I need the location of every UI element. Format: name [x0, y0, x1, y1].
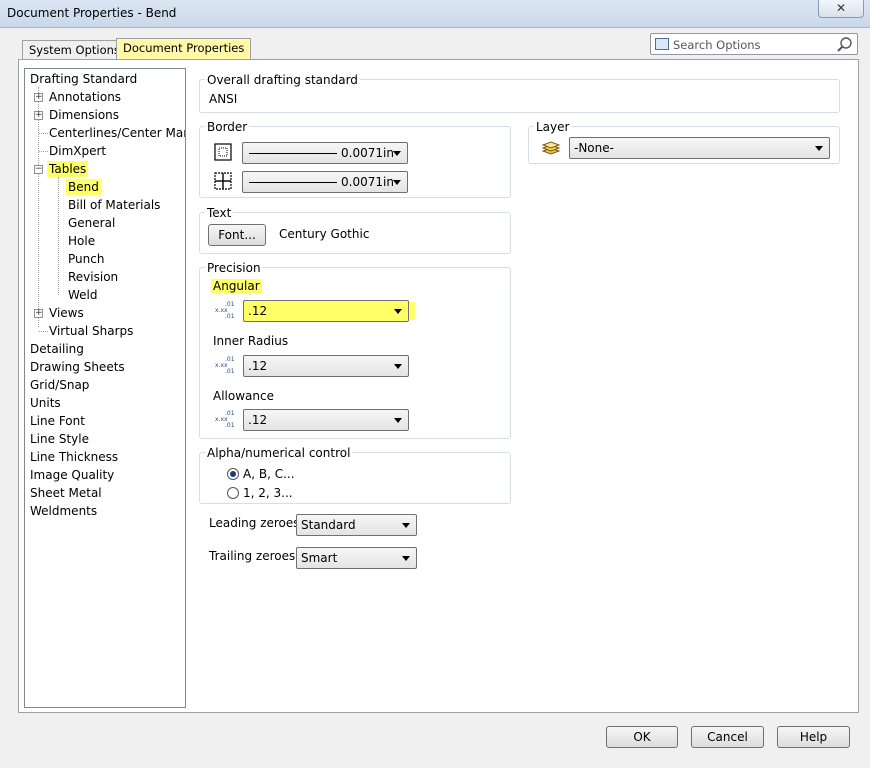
trailing-zeroes-label: Trailing zeroes:: [209, 549, 300, 563]
angular-precision-select[interactable]: .12: [243, 300, 409, 322]
overall-label: Overall drafting standard: [205, 73, 360, 87]
layer-select[interactable]: -None-: [569, 137, 830, 159]
chevron-down-icon: [402, 556, 410, 561]
allowance-precision-value: .12: [248, 413, 268, 427]
search-box[interactable]: Search Options: [650, 33, 858, 55]
allowance-precision-select[interactable]: .12: [243, 409, 409, 431]
radio-abc[interactable]: [227, 468, 239, 480]
layer-label: Layer: [534, 120, 572, 134]
tree-item-dimensions[interactable]: Dimensions: [49, 107, 119, 123]
tree-item-line-style[interactable]: Line Style: [30, 431, 89, 447]
inner-radius-precision-value: .12: [248, 359, 268, 373]
trailing-zeroes-value: Smart: [301, 551, 338, 565]
tree-item-punch[interactable]: Punch: [68, 251, 104, 267]
tree-item-virtual-sharps[interactable]: Virtual Sharps: [49, 323, 133, 339]
tree-item-revision[interactable]: Revision: [68, 269, 118, 285]
border-label: Border: [205, 120, 250, 134]
window-title: Document Properties - Bend: [7, 6, 177, 20]
border-cross-icon: [214, 172, 232, 190]
alpha-label: Alpha/numerical control: [205, 446, 353, 460]
collapse-icon[interactable]: −: [34, 165, 43, 174]
tree-item-sheet-metal[interactable]: Sheet Metal: [30, 485, 102, 501]
layers-icon: [541, 141, 561, 155]
tree-item-weldments[interactable]: Weldments: [30, 503, 97, 519]
radio-123[interactable]: [227, 487, 239, 499]
tree-item-drawing-sheets[interactable]: Drawing Sheets: [30, 359, 125, 375]
tree-item-dimxpert[interactable]: DimXpert: [49, 143, 106, 159]
tree-item-general[interactable]: General: [68, 215, 115, 231]
tree-item-tables[interactable]: Tables: [47, 161, 89, 177]
trailing-zeroes-select[interactable]: Smart: [296, 547, 417, 569]
chevron-down-icon: [393, 151, 401, 156]
border-thickness-value-1: 0.0071in: [341, 146, 394, 160]
options-list-icon: [655, 38, 669, 50]
layer-value: -None-: [574, 141, 614, 155]
font-button[interactable]: Font...: [208, 224, 266, 246]
radio-123-label[interactable]: 1, 2, 3...: [243, 486, 293, 500]
border-box-icon: [214, 143, 232, 161]
chevron-down-icon: [815, 146, 823, 151]
chevron-down-icon: [394, 309, 402, 314]
chevron-down-icon: [394, 418, 402, 423]
chevron-down-icon: [393, 180, 401, 185]
inner-radius-precision-select[interactable]: .12: [243, 355, 409, 377]
tree-item-units[interactable]: Units: [30, 395, 61, 411]
cancel-button[interactable]: Cancel: [691, 726, 764, 748]
leading-zeroes-label: Leading zeroes:: [209, 516, 304, 530]
dialog-window: Document Properties - Bend ✕ System Opti…: [0, 0, 870, 768]
tree-item-annotations[interactable]: Annotations: [49, 89, 121, 105]
tree-item-bill-of-materials[interactable]: Bill of Materials: [68, 197, 160, 213]
tab-system-options[interactable]: System Options: [22, 40, 127, 60]
border-thickness-select-1[interactable]: 0.0071in: [242, 142, 408, 164]
leading-zeroes-select[interactable]: Standard: [296, 514, 417, 536]
tree-item-detailing[interactable]: Detailing: [30, 341, 84, 357]
chevron-down-icon: [402, 523, 410, 528]
ok-button[interactable]: OK: [606, 726, 678, 748]
overall-value: ANSI: [209, 92, 238, 106]
border-thickness-value-2: 0.0071in: [341, 175, 394, 189]
angular-precision-value: .12: [248, 304, 268, 318]
search-icon[interactable]: [836, 36, 853, 53]
precision-icon: .01 x.xx .01: [215, 410, 235, 429]
tree-item-line-thickness[interactable]: Line Thickness: [30, 449, 118, 465]
tree-item-image-quality[interactable]: Image Quality: [30, 467, 114, 483]
tree-item-bend[interactable]: Bend: [66, 179, 101, 195]
expand-icon[interactable]: +: [34, 111, 43, 120]
close-button[interactable]: ✕: [818, 0, 864, 18]
tab-document-properties[interactable]: Document Properties: [116, 38, 252, 60]
text-label: Text: [205, 206, 234, 220]
options-tree[interactable]: Drafting Standard + Annotations + Dimens…: [24, 68, 186, 708]
expand-icon[interactable]: +: [34, 309, 43, 318]
angular-label: Angular: [211, 279, 262, 293]
chevron-down-icon: [394, 364, 402, 369]
precision-icon: .01 x.xx .01: [215, 301, 235, 320]
precision-icon: .01 x.xx .01: [215, 356, 235, 375]
leading-zeroes-value: Standard: [301, 518, 356, 532]
tree-item-drafting-standard[interactable]: Drafting Standard: [30, 71, 137, 87]
inner-radius-label: Inner Radius: [213, 334, 289, 348]
tree-item-weld[interactable]: Weld: [68, 287, 98, 303]
tree-item-views[interactable]: Views: [49, 305, 84, 321]
tree-item-line-font[interactable]: Line Font: [30, 413, 85, 429]
tree-item-centerlines[interactable]: Centerlines/Center Marks: [49, 125, 185, 141]
border-thickness-select-2[interactable]: 0.0071in: [242, 171, 408, 193]
font-name: Century Gothic: [279, 227, 370, 241]
title-bar: Document Properties - Bend ✕: [0, 0, 870, 28]
search-placeholder: Search Options: [673, 38, 761, 52]
tree-item-grid-snap[interactable]: Grid/Snap: [30, 377, 89, 393]
help-button[interactable]: Help: [777, 726, 850, 748]
precision-label: Precision: [205, 261, 263, 275]
radio-abc-label[interactable]: A, B, C...: [243, 467, 295, 481]
allowance-label: Allowance: [213, 389, 274, 403]
tree-item-hole[interactable]: Hole: [68, 233, 95, 249]
expand-icon[interactable]: +: [34, 93, 43, 102]
